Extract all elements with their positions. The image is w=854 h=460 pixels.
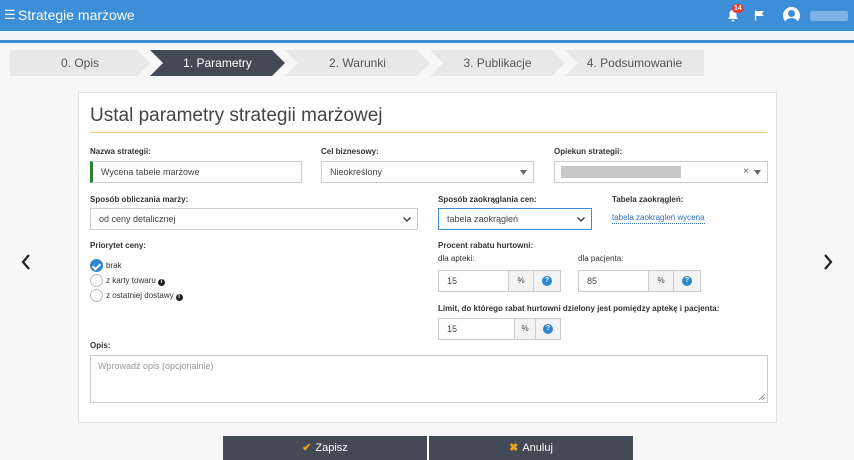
cancel-label: Anuluj xyxy=(522,442,553,454)
pharmacy-label: dla apteki: xyxy=(438,254,475,263)
margin-method-select[interactable]: od ceny detalicznej xyxy=(90,208,418,230)
hamburger-menu-icon[interactable]: ☰ xyxy=(4,8,16,22)
info-icon[interactable]: i xyxy=(175,294,183,301)
percent-addon: % xyxy=(508,270,534,292)
priority-option-ostatnia-dostawa[interactable]: z ostatniej dostawy i xyxy=(90,289,250,303)
radio-checked[interactable] xyxy=(90,259,103,272)
price-priority-label: Priorytet ceny: xyxy=(90,241,147,250)
percent-addon: % xyxy=(648,270,674,292)
help-addon[interactable]: ? xyxy=(673,270,701,292)
patient-discount-input[interactable]: 85 xyxy=(578,270,649,292)
rounding-method-value: tabela zaokrągleń xyxy=(447,214,519,224)
help-addon[interactable]: ? xyxy=(535,318,561,340)
step-warunki[interactable]: 2. Warunki xyxy=(285,50,430,76)
margin-method-value: od ceny detalicznej xyxy=(99,214,176,224)
business-goal-label: Cel biznesowy: xyxy=(321,147,379,156)
owner-name-redacted xyxy=(561,166,681,178)
rounding-table-link[interactable]: tabela zaokrągleń wycena xyxy=(612,213,705,224)
notification-count-badge: 14 xyxy=(732,4,744,13)
rounding-method-select[interactable]: tabela zaokrągleń xyxy=(438,208,592,230)
top-bar: ☰ Strategie marżowe 14 xyxy=(0,0,854,31)
header-underline xyxy=(0,31,854,43)
pharmacy-discount-input[interactable]: 15 xyxy=(438,270,509,292)
business-goal-value: Nieokreślony xyxy=(330,167,383,177)
step-podsumowanie[interactable]: 4. Podsumowanie xyxy=(565,50,704,76)
step-publikacje[interactable]: 3. Publikacje xyxy=(430,50,565,76)
x-icon: ✖ xyxy=(509,442,519,454)
user-avatar[interactable] xyxy=(783,7,800,24)
next-arrow-icon[interactable] xyxy=(822,253,834,271)
discount-limit-label: Limit, do którego rabat hurtowni dzielon… xyxy=(438,304,720,313)
rounding-table-label: Tabela zaokrągleń: xyxy=(612,195,684,204)
clear-icon[interactable]: × xyxy=(743,162,749,182)
description-label: Opis: xyxy=(90,341,111,350)
page-title: Ustal parametry strategii marżowej xyxy=(90,105,383,126)
description-placeholder: Wprowadź opis (opcjonalnie) xyxy=(98,361,214,371)
chevron-down-icon xyxy=(520,170,527,175)
strategy-owner-select[interactable]: × xyxy=(554,161,768,183)
discount-limit-input[interactable]: 15 xyxy=(438,318,515,340)
priority-option-brak[interactable]: brak xyxy=(90,259,250,273)
username-redacted[interactable] xyxy=(810,11,848,21)
step-opis[interactable]: 0. Opis xyxy=(10,50,150,76)
chevron-down-icon xyxy=(577,217,585,222)
help-icon[interactable]: ? xyxy=(682,276,692,286)
parameters-card: Ustal parametry strategii marżowej Nazwa… xyxy=(78,92,777,423)
radio-unchecked[interactable] xyxy=(90,274,103,287)
info-icon[interactable]: i xyxy=(157,279,165,286)
flag-icon[interactable] xyxy=(754,10,765,21)
business-goal-select[interactable]: Nieokreślony xyxy=(321,161,534,183)
description-textarea[interactable]: Wprowadź opis (opcjonalnie) xyxy=(90,355,768,403)
priority-option-karta-towaru[interactable]: z karty towaru i xyxy=(90,274,250,288)
strategy-name-input[interactable]: Wycena tabele marżowe xyxy=(90,161,302,183)
wizard-steps: 0. Opis 1. Parametry 2. Warunki 3. Publi… xyxy=(10,50,704,76)
app-title: Strategie marżowe xyxy=(18,7,135,23)
radio-unchecked[interactable] xyxy=(90,289,103,302)
save-button[interactable]: ✔ Zapisz xyxy=(223,436,427,460)
save-label: Zapisz xyxy=(315,442,348,454)
title-divider xyxy=(90,132,767,133)
strategy-owner-label: Opiekun strategii: xyxy=(554,147,623,156)
rounding-method-label: Sposób zaokrąglania cen: xyxy=(438,195,537,204)
option-label: z ostatniej dostawy xyxy=(106,291,174,300)
help-icon[interactable]: ? xyxy=(543,324,553,334)
check-icon: ✔ xyxy=(302,442,312,454)
chevron-down-icon xyxy=(403,217,411,222)
previous-arrow-icon[interactable] xyxy=(20,253,32,271)
resize-handle-icon[interactable] xyxy=(759,394,765,400)
percent-addon: % xyxy=(514,318,536,340)
help-icon[interactable]: ? xyxy=(542,276,552,286)
patient-label: dla pacjenta: xyxy=(578,254,624,263)
cancel-button[interactable]: ✖ Anuluj xyxy=(429,436,633,460)
strategy-name-label: Nazwa strategii: xyxy=(90,147,151,156)
margin-method-label: Sposób obliczania marży: xyxy=(90,195,189,204)
option-label: z karty towaru xyxy=(106,276,156,285)
help-addon[interactable]: ? xyxy=(533,270,561,292)
step-parametry[interactable]: 1. Parametry xyxy=(150,50,285,76)
chevron-down-icon xyxy=(754,170,761,175)
wholesale-discount-label: Procent rabatu hurtowni: xyxy=(438,241,534,250)
